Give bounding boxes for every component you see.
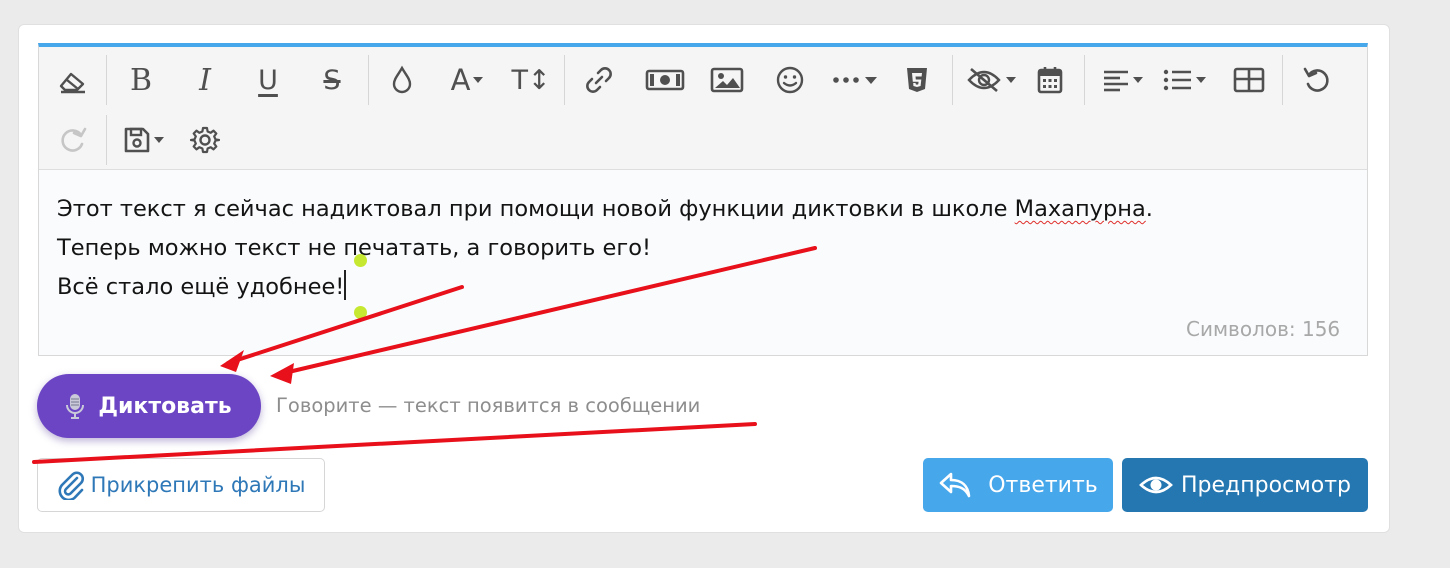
redo-icon[interactable] (53, 115, 93, 165)
line1-text: Этот текст я сейчас надиктовал при помощ… (57, 196, 1015, 222)
reply-button-label: Ответить (988, 472, 1098, 498)
eraser-icon[interactable] (55, 55, 91, 105)
char-counter: Символов: 156 (1186, 317, 1341, 341)
money-icon[interactable] (644, 55, 686, 105)
bold-label: B (129, 62, 153, 98)
selection-handle-top[interactable] (354, 254, 367, 267)
strikethrough-icon[interactable]: S (314, 55, 350, 105)
strikethrough-label: S (323, 64, 341, 96)
image-icon[interactable] (707, 55, 747, 105)
line3-text: Всё стало ещё удобнее! (57, 274, 345, 300)
table-icon[interactable] (1229, 55, 1269, 105)
microphone-icon (66, 394, 85, 419)
editor-toolbar: B I U S A T↕ (39, 47, 1367, 170)
dictate-button-label: Диктовать (98, 393, 232, 419)
html5-icon[interactable] (899, 55, 935, 105)
smile-icon[interactable] (770, 55, 810, 105)
text-cursor (344, 270, 347, 300)
underline-icon[interactable]: U (250, 55, 286, 105)
font-size-icon[interactable]: T↕ (505, 55, 557, 105)
font-size-label: T↕ (511, 64, 551, 96)
dictation-hint: Говорите — текст появится в сообщении (276, 394, 701, 417)
eye-icon (1139, 476, 1173, 494)
editor-line-2: Теперь можно текст не печатать, а говори… (57, 235, 651, 261)
bold-icon[interactable]: B (123, 55, 159, 105)
paperclip-icon (58, 471, 84, 500)
font-family-icon[interactable]: A (441, 55, 493, 105)
font-family-label: A (450, 63, 471, 97)
list-icon[interactable] (1159, 55, 1209, 105)
line1-period: . (1145, 196, 1153, 222)
editor-line-3: Всё стало ещё удобнее! (57, 268, 1347, 307)
selection-handle-bottom[interactable] (354, 306, 367, 319)
italic-icon[interactable]: I (187, 55, 223, 105)
calendar-icon[interactable] (1032, 55, 1068, 105)
attach-files-button[interactable]: Прикрепить файлы (37, 458, 325, 512)
attach-files-label: Прикрепить файлы (90, 473, 306, 497)
misspelled-word: Махапурна (1014, 196, 1146, 222)
dictate-button[interactable]: Диктовать (37, 374, 261, 438)
preview-button[interactable]: Предпросмотр (1122, 458, 1368, 512)
reply-button[interactable]: Ответить (923, 458, 1113, 512)
link-icon[interactable] (579, 55, 619, 105)
italic-label: I (199, 62, 211, 98)
hide-icon[interactable] (964, 55, 1016, 105)
settings-icon[interactable] (185, 115, 225, 165)
editor-line-1: Этот текст я сейчас надиктовал при помощ… (57, 190, 1347, 229)
undo-icon[interactable] (1297, 55, 1337, 105)
underline-label: U (258, 64, 278, 96)
save-draft-icon[interactable] (117, 115, 169, 165)
editor-content[interactable]: Этот текст я сейчас надиктовал при помощ… (57, 190, 1347, 307)
align-icon[interactable] (1097, 55, 1147, 105)
preview-button-label: Предпросмотр (1181, 472, 1351, 498)
reply-icon (939, 472, 971, 498)
more-icon[interactable] (829, 55, 879, 105)
drop-icon[interactable] (385, 55, 419, 105)
